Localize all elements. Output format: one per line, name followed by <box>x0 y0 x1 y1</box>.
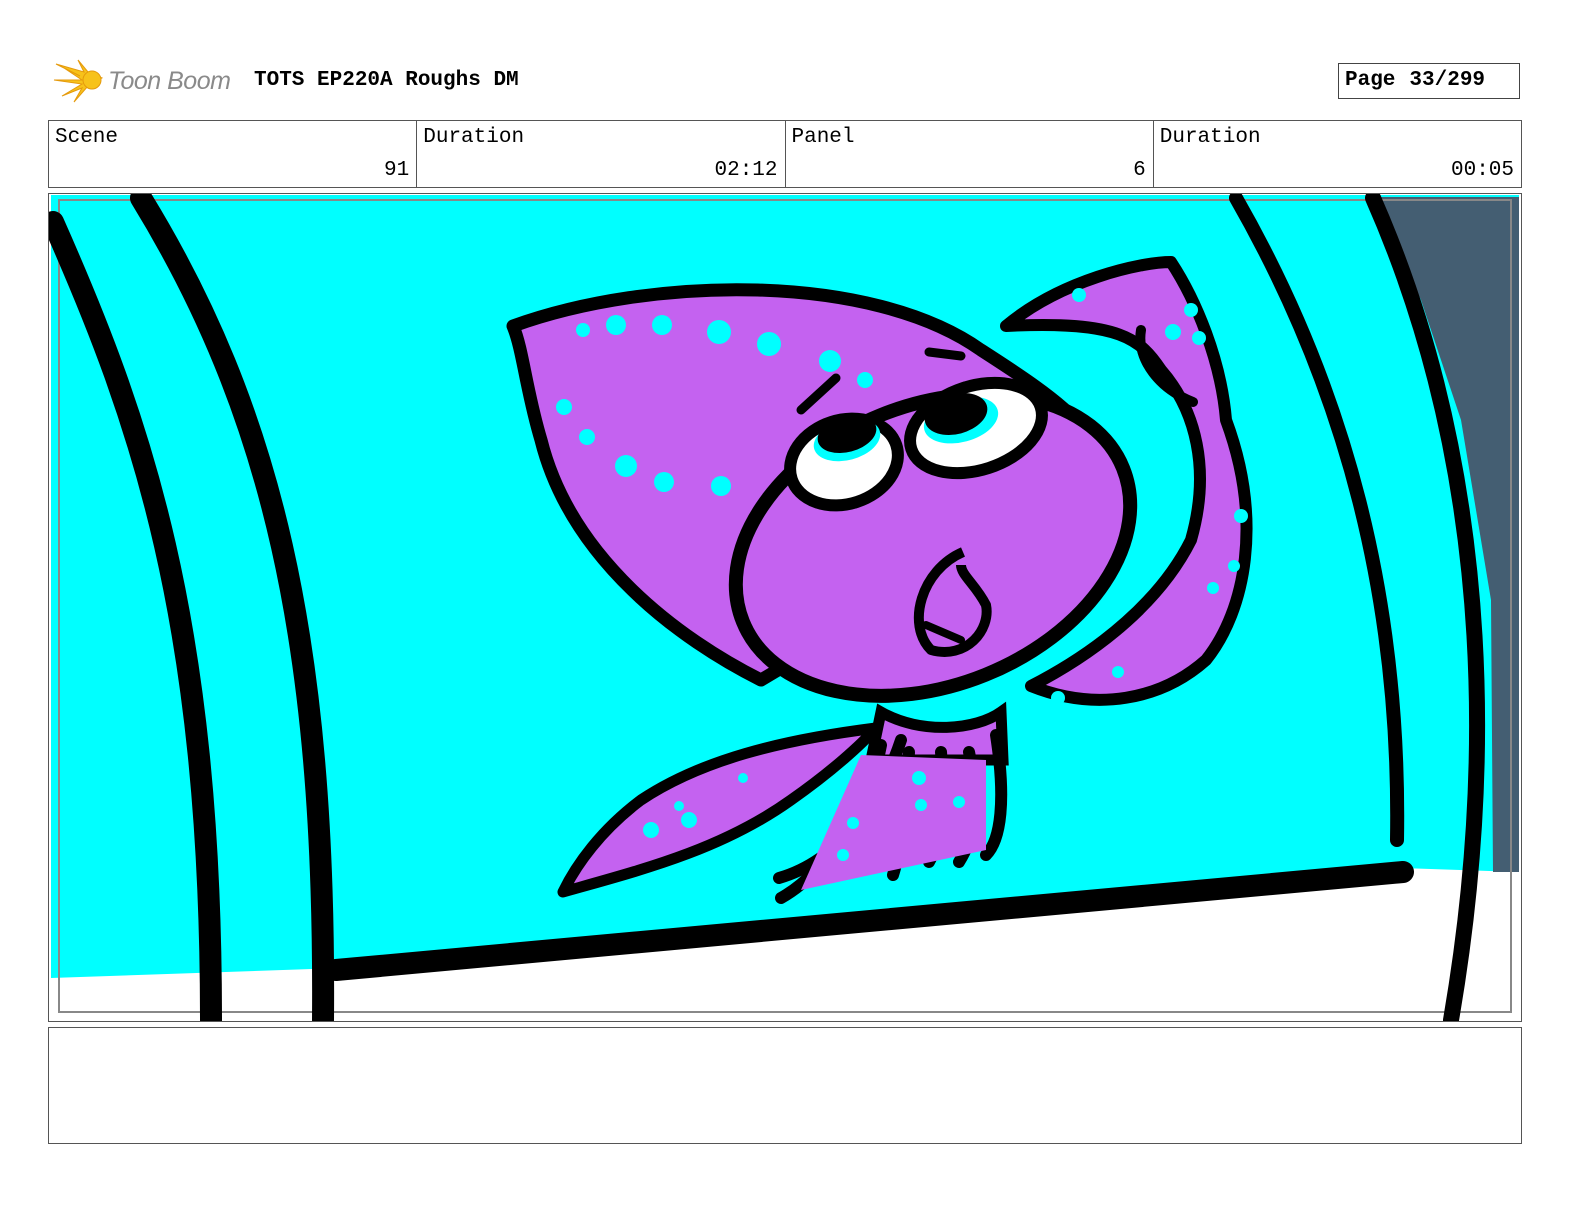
squid-drawing <box>49 194 1519 1021</box>
panel-duration-cell: Duration 00:05 <box>1154 121 1521 187</box>
storyboard-header: Toon Boom TOTS EP220A Roughs DM Page 33/2… <box>48 56 1538 106</box>
page-indicator: Page 33/299 <box>1338 63 1520 99</box>
page-label: Page <box>1345 69 1396 92</box>
scene-duration-cell: Duration 02:12 <box>417 121 786 187</box>
scene-duration-value: 02:12 <box>714 159 778 182</box>
toon-boom-logo: Toon Boom <box>52 58 242 104</box>
storyboard-panel-image <box>48 193 1522 1022</box>
scene-duration-label: Duration <box>423 126 525 149</box>
panel-value: 6 <box>1133 159 1146 182</box>
scene-value: 91 <box>384 159 410 182</box>
scene-cell: Scene 91 <box>49 121 418 187</box>
page-number: 33/299 <box>1409 69 1486 92</box>
logo-text: Toon Boom <box>108 67 231 95</box>
scene-label: Scene <box>55 126 119 149</box>
starburst-icon <box>53 59 104 103</box>
scene-info-row: Scene 91 Duration 02:12 Panel 6 Duration… <box>48 120 1522 188</box>
panel-label: Panel <box>791 126 855 149</box>
panel-duration-label: Duration <box>1159 126 1261 149</box>
project-title: TOTS EP220A Roughs DM <box>254 69 519 92</box>
panel-cell: Panel 6 <box>786 121 1154 187</box>
panel-duration-value: 00:05 <box>1450 159 1514 182</box>
panel-notes-box <box>48 1027 1522 1144</box>
